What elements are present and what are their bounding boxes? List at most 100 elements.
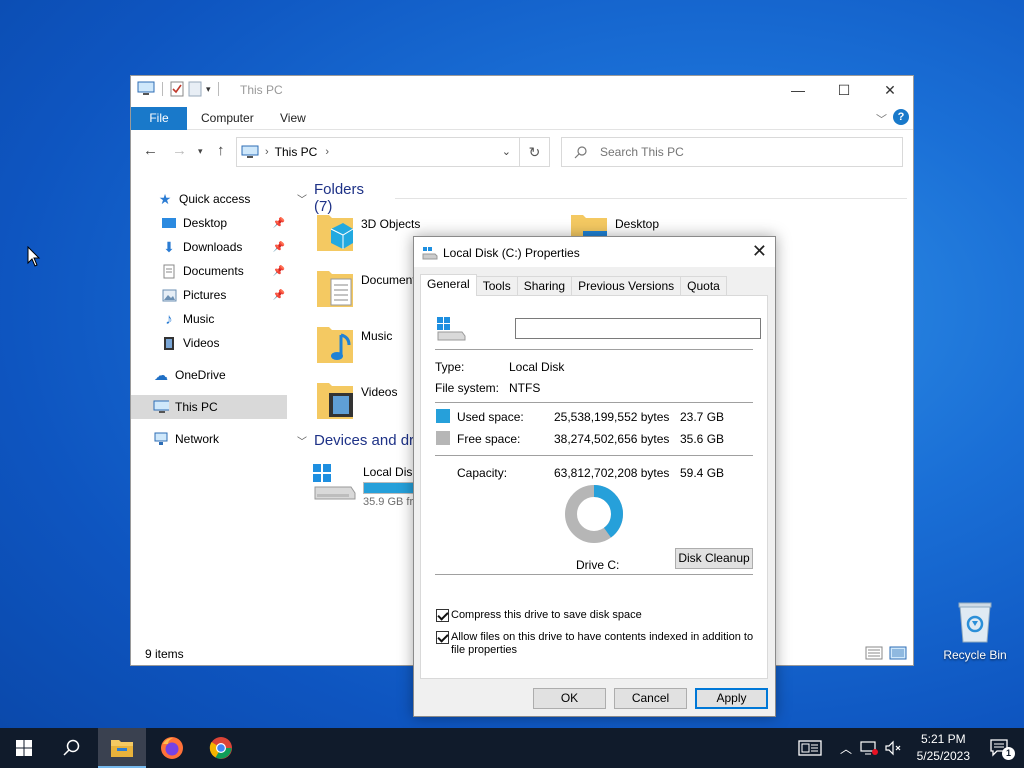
tab-view[interactable]: View <box>280 107 306 130</box>
nav-pictures[interactable]: Pictures 📌 <box>161 283 285 307</box>
breadcrumb-chevron-icon[interactable]: › <box>325 146 329 158</box>
nav-network[interactable]: Network <box>153 427 283 451</box>
apply-button[interactable]: Apply <box>695 688 768 709</box>
tab-computer[interactable]: Computer <box>201 107 254 130</box>
refresh-icon[interactable]: ↻ <box>519 138 549 166</box>
pin-icon[interactable]: 📌 <box>273 218 285 229</box>
maximize-button[interactable]: ☐ <box>821 76 867 104</box>
dialog-title: Local Disk (C:) Properties <box>443 246 580 260</box>
taskbar-file-explorer[interactable] <box>98 728 146 768</box>
tab-previous-versions[interactable]: Previous Versions <box>571 276 682 296</box>
taskbar-search-button[interactable] <box>48 728 96 768</box>
tab-sharing[interactable]: Sharing <box>516 276 573 296</box>
free-space-bytes: 38,274,502,656 bytes <box>554 432 670 446</box>
show-hidden-icons-chevron-icon[interactable]: ︿ <box>840 740 852 757</box>
large-icons-view-icon[interactable] <box>889 646 907 660</box>
up-arrow-icon[interactable]: ↑ <box>217 142 225 159</box>
help-icon[interactable]: ? <box>893 109 909 125</box>
folder-3d-objects[interactable]: 3D Objects <box>315 209 420 253</box>
recycle-bin-desktop-icon[interactable]: Recycle Bin <box>940 600 1010 662</box>
action-center-button[interactable]: 1 <box>976 728 1024 768</box>
nav-music[interactable]: ♪ Music <box>161 307 285 331</box>
computer-icon <box>137 81 155 95</box>
capacity-label: Capacity: <box>457 466 508 480</box>
new-folder-icon[interactable] <box>188 81 202 97</box>
type-value: Local Disk <box>509 360 565 374</box>
nav-this-pc[interactable]: This PC <box>131 395 287 419</box>
dialog-close-button[interactable]: ✕ <box>752 241 767 262</box>
drive-name-input[interactable] <box>515 318 761 339</box>
used-space-swatch <box>436 409 450 423</box>
index-checkbox[interactable] <box>436 631 449 644</box>
clock-date: 5/25/2023 <box>916 749 970 763</box>
news-widget-icon[interactable] <box>798 740 822 756</box>
forward-arrow-icon[interactable]: → <box>172 142 187 159</box>
volume-muted-icon[interactable] <box>884 740 902 756</box>
window-controls: — ☐ ✕ <box>775 76 913 104</box>
start-button[interactable] <box>0 728 48 768</box>
view-switcher <box>865 646 907 660</box>
nav-desktop[interactable]: Desktop 📌 <box>161 211 285 235</box>
desktop-icon <box>161 215 177 231</box>
search-icon <box>574 146 587 159</box>
minimize-button[interactable]: — <box>775 76 821 104</box>
taskbar-firefox[interactable] <box>148 728 196 768</box>
close-button[interactable]: ✕ <box>867 76 913 104</box>
film-icon <box>161 335 177 351</box>
tab-general[interactable]: General <box>420 274 477 296</box>
tab-tools[interactable]: Tools <box>475 276 518 296</box>
divider <box>435 349 753 350</box>
details-view-icon[interactable] <box>865 646 883 660</box>
taskbar-chrome[interactable] <box>197 728 245 768</box>
nav-onedrive[interactable]: ☁ OneDrive <box>153 363 283 387</box>
pictures-icon <box>161 287 177 303</box>
disk-usage-donut-chart <box>565 485 623 543</box>
folder-videos[interactable]: Videos <box>315 377 397 421</box>
notification-count-badge: 1 <box>1002 747 1015 760</box>
breadcrumb-separator-icon[interactable]: › <box>265 146 269 158</box>
ribbon-tabs: File Computer View ﹀ ? <box>131 104 913 130</box>
collapse-chevron-icon[interactable]: ﹀ <box>297 191 307 206</box>
network-status-icon[interactable] <box>860 740 879 756</box>
ok-button[interactable]: OK <box>533 688 606 709</box>
compress-label[interactable]: Compress this drive to save disk space <box>451 609 642 621</box>
download-arrow-icon: ⬇ <box>163 238 175 255</box>
firefox-icon <box>161 737 183 759</box>
local-disk-properties-dialog: Local Disk (C:) Properties ✕ General Too… <box>413 236 776 717</box>
expand-ribbon-icon[interactable]: ﹀ <box>876 111 887 127</box>
pin-icon[interactable]: 📌 <box>273 266 285 277</box>
back-arrow-icon[interactable]: ← <box>143 142 158 159</box>
search-box[interactable] <box>561 137 903 167</box>
tab-quota[interactable]: Quota <box>680 276 727 296</box>
item-count: 9 items <box>145 647 184 661</box>
document-icon <box>161 263 177 279</box>
nav-quick-access[interactable]: ★ Quick access <box>157 187 283 211</box>
navigation-bar: ← → ▾ ↑ › This PC › ⌄ ↻ <box>131 130 913 170</box>
search-input[interactable] <box>600 145 880 159</box>
window-title: This PC <box>240 83 283 97</box>
folder-music[interactable]: Music <box>315 321 392 365</box>
pin-icon[interactable]: 📌 <box>273 290 285 301</box>
qat-dropdown-icon[interactable]: ▾ <box>206 84 211 95</box>
address-dropdown-icon[interactable]: ⌄ <box>502 145 511 158</box>
address-text[interactable]: This PC <box>275 145 318 159</box>
index-label-line-1[interactable]: Allow files on this drive to have conten… <box>451 631 753 643</box>
nav-documents[interactable]: Documents 📌 <box>161 259 285 283</box>
disk-cleanup-button[interactable]: Disk Cleanup <box>675 548 753 569</box>
pin-icon[interactable]: 📌 <box>273 242 285 253</box>
recycle-bin-icon <box>958 602 992 643</box>
collapse-chevron-icon[interactable]: ﹀ <box>297 433 307 448</box>
cloud-icon: ☁ <box>154 366 168 383</box>
address-bar[interactable]: › This PC › ⌄ ↻ <box>236 137 550 167</box>
recent-locations-chevron-icon[interactable]: ▾ <box>198 146 203 157</box>
compress-checkbox[interactable] <box>436 609 449 622</box>
taskbar-clock[interactable]: 5:21 PM 5/25/2023 <box>917 731 970 765</box>
system-tray: ︿ <box>798 728 902 768</box>
cancel-button[interactable]: Cancel <box>614 688 687 709</box>
tab-file[interactable]: File <box>131 107 187 130</box>
nav-videos[interactable]: Videos <box>161 331 285 355</box>
index-label-line-2[interactable]: file properties <box>451 644 517 656</box>
properties-check-icon[interactable] <box>170 81 184 97</box>
folder-documents[interactable]: Documents <box>315 265 422 309</box>
nav-downloads[interactable]: ⬇ Downloads 📌 <box>161 235 285 259</box>
